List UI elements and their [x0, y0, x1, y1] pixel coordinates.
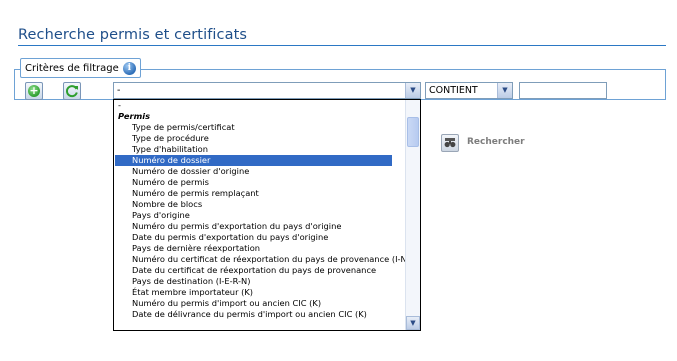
list-item[interactable]: Numéro de permis — [115, 177, 405, 188]
search-button-label[interactable]: Rechercher — [467, 137, 525, 147]
list-item[interactable]: Pays de destination (I-E-R-N) — [115, 276, 405, 287]
list-item[interactable]: Date du permis d'exportation du pays d'o… — [115, 232, 405, 243]
add-filter-button[interactable]: + — [25, 82, 43, 100]
list-item[interactable]: Date de délivrance du permis d'import ou… — [115, 309, 405, 320]
list-item[interactable]: Numéro de dossier d'origine — [115, 166, 405, 177]
search-button[interactable] — [441, 134, 459, 152]
operator-select-value: CONTIENT — [429, 85, 478, 96]
list-item[interactable]: Numéro du permis d'exportation du pays d… — [115, 221, 405, 232]
list-item[interactable]: Nombre de blocs — [115, 199, 405, 210]
title-divider — [18, 45, 666, 46]
page-title: Recherche permis et certificats — [18, 27, 248, 43]
list-item[interactable]: Type d'habilitation — [115, 144, 405, 155]
list-item[interactable]: Pays de dernière réexportation — [115, 243, 405, 254]
scrollbar-thumb[interactable] — [407, 117, 419, 147]
field-dropdown-list[interactable]: - Permis Type de permis/certificat Type … — [113, 99, 421, 331]
field-select-value: - — [117, 85, 121, 96]
list-item[interactable]: Date du certificat de réexportation du p… — [115, 265, 405, 276]
add-icon: + — [28, 84, 40, 97]
info-icon[interactable]: i — [122, 61, 136, 75]
list-item[interactable]: Type de permis/certificat — [115, 122, 405, 133]
list-item[interactable]: Numéro de permis remplaçant — [115, 188, 405, 199]
list-item[interactable]: Type de procédure — [115, 133, 405, 144]
list-item[interactable]: Numéro du certificat de réexportation du… — [115, 254, 405, 265]
refresh-icon — [66, 85, 78, 98]
list-group-permis: Permis — [118, 111, 151, 121]
list-item-selected[interactable]: Numéro de dossier — [115, 155, 392, 166]
chevron-down-icon[interactable]: ▼ — [405, 83, 420, 98]
list-item[interactable]: État membre importateur (K) — [115, 287, 405, 298]
list-item[interactable]: - — [115, 100, 405, 111]
filter-legend-label: Critères de filtrage — [25, 62, 119, 74]
dropdown-scrollbar[interactable]: ▼ — [405, 100, 420, 330]
list-item[interactable]: Numéro du permis d'import ou ancien CIC … — [115, 298, 405, 309]
list-item[interactable]: Pays d'origine — [115, 210, 405, 221]
filter-value-input[interactable] — [519, 82, 607, 99]
refresh-button[interactable] — [63, 82, 81, 100]
field-select[interactable]: - ▼ — [113, 82, 421, 99]
filter-legend: Critères de filtrage i — [20, 58, 141, 78]
chevron-down-icon[interactable]: ▼ — [497, 83, 512, 98]
scroll-down-icon[interactable]: ▼ — [406, 316, 420, 330]
operator-select[interactable]: CONTIENT ▼ — [425, 82, 513, 99]
binoculars-icon — [444, 138, 456, 148]
